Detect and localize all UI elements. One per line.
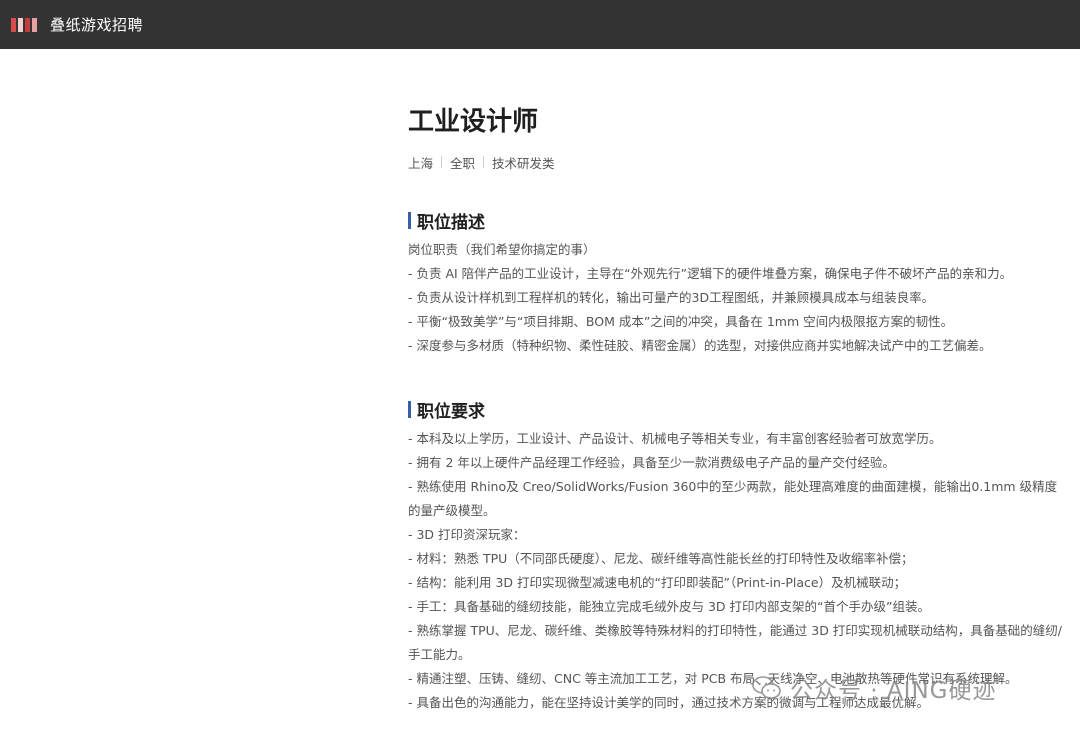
requirement-line: - 熟练使用 Rhino及 Creo/SolidWorks/Fusion 360… bbox=[408, 479, 1058, 518]
watermark: 公众号 · AING硬迹 bbox=[752, 671, 996, 705]
job-detail: 工业设计师 上海 全职 技术研发类 职位描述 岗位职责（我们希望你搞定的事） -… bbox=[408, 96, 1068, 715]
description-line: - 深度参与多材质（特种织物、柔性硅胶、精密金属）的选型，对接供应商并实地解决试… bbox=[408, 338, 992, 353]
section-heading: 职位要求 bbox=[408, 395, 1068, 423]
brand-logo[interactable] bbox=[11, 17, 41, 32]
requirements-heading: 职位要求 bbox=[417, 401, 485, 422]
description-heading: 职位描述 bbox=[417, 212, 485, 233]
requirements-section: 职位要求 - 本科及以上学历，工业设计、产品设计、机械电子等相关专业，有丰富创客… bbox=[408, 395, 1068, 715]
logo-stripe bbox=[25, 17, 30, 32]
requirement-line: - 拥有 2 年以上硬件产品经理工作经验，具备至少一款消费级电子产品的量产交付经… bbox=[408, 455, 895, 470]
top-navigation-bar: 叠纸游戏招聘 bbox=[0, 0, 1080, 49]
requirement-line: - 3D 打印资深玩家： bbox=[408, 527, 526, 542]
brand-name[interactable]: 叠纸游戏招聘 bbox=[50, 14, 143, 35]
requirement-line: - 结构：能利用 3D 打印实现微型减速电机的“打印即装配”（Print-in-… bbox=[408, 575, 907, 590]
requirement-line: - 手工：具备基础的缝纫技能，能独立完成毛绒外皮与 3D 打印内部支架的“首个手… bbox=[408, 599, 930, 614]
description-line: - 负责 AI 陪伴产品的工业设计，主导在“外观先行”逻辑下的硬件堆叠方案，确保… bbox=[408, 266, 1013, 281]
description-line: - 平衡“极致美学”与“项目排期、BOM 成本”之间的冲突，具备在 1mm 空间… bbox=[408, 314, 954, 329]
meta-divider bbox=[483, 156, 485, 168]
job-meta: 上海 全职 技术研发类 bbox=[408, 151, 1068, 173]
heading-accent-bar bbox=[408, 400, 411, 418]
section-heading: 职位描述 bbox=[408, 206, 1068, 234]
description-list: 岗位职责（我们希望你搞定的事） - 负责 AI 陪伴产品的工业设计，主导在“外观… bbox=[408, 238, 1068, 358]
job-title: 工业设计师 bbox=[408, 107, 539, 137]
job-type: 全职 bbox=[450, 155, 476, 171]
requirement-line: - 材料：熟悉 TPU（不同邵氏硬度）、尼龙、碳纤维等高性能长丝的打印特性及收缩… bbox=[408, 551, 914, 566]
job-location: 上海 bbox=[408, 155, 434, 171]
description-line: - 负责从设计样机到工程样机的转化，输出可量产的3D工程图纸，并兼顾模具成本与组… bbox=[408, 290, 935, 305]
description-line: 岗位职责（我们希望你搞定的事） bbox=[408, 242, 596, 257]
logo-stripe bbox=[32, 17, 37, 32]
wechat-icon bbox=[752, 676, 781, 699]
watermark-text: 公众号 · AING硬迹 bbox=[790, 678, 997, 704]
meta-divider bbox=[441, 156, 443, 168]
logo-stripe bbox=[18, 17, 23, 32]
job-category: 技术研发类 bbox=[492, 155, 555, 171]
heading-accent-bar bbox=[408, 211, 411, 229]
logo-stripe bbox=[11, 17, 16, 32]
requirement-line: - 熟练掌握 TPU、尼龙、碳纤维、类橡胶等特殊材料的打印特性，能通过 3D 打… bbox=[408, 623, 1063, 662]
description-section: 职位描述 岗位职责（我们希望你搞定的事） - 负责 AI 陪伴产品的工业设计，主… bbox=[408, 206, 1068, 358]
requirement-line: - 本科及以上学历，工业设计、产品设计、机械电子等相关专业，有丰富创客经验者可放… bbox=[408, 431, 942, 446]
